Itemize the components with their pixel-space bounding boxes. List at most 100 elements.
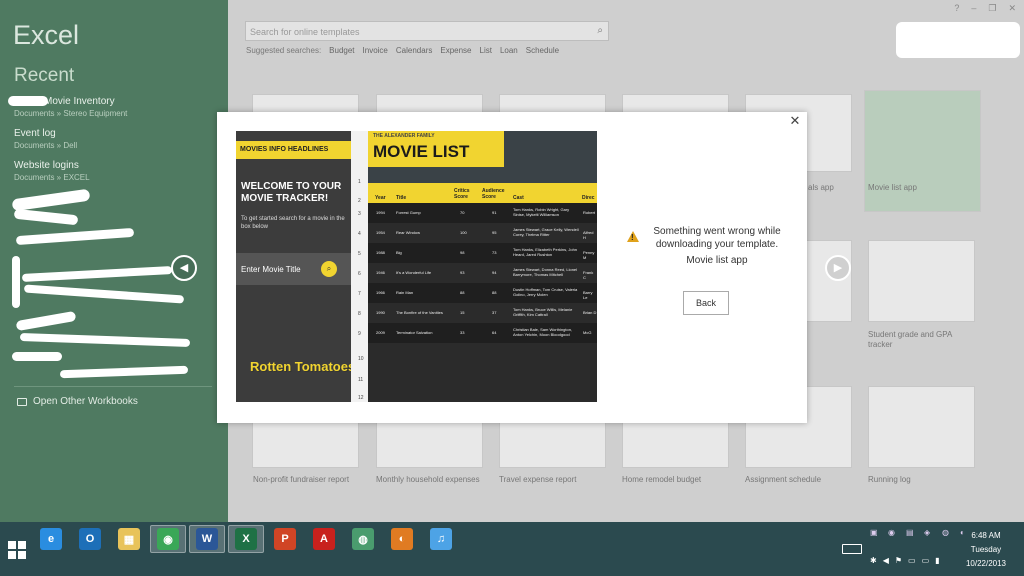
redaction-mark [21, 266, 173, 282]
itunes-taskbar-button[interactable]: ♫ [423, 525, 459, 553]
suggestion-link[interactable]: Invoice [363, 46, 388, 55]
acrobat-taskbar-button[interactable]: A [306, 525, 342, 553]
redaction-mark [12, 352, 62, 361]
windows-start-button[interactable] [8, 541, 26, 559]
minimize-button[interactable]: – [971, 3, 976, 14]
volume-icon[interactable]: ◀ [883, 556, 889, 565]
preview-row-number: 6 [358, 271, 361, 277]
word-taskbar-button[interactable]: W [189, 525, 225, 553]
file-explorer-taskbar-button[interactable]: ▦ [111, 525, 147, 553]
template-tile-selected[interactable] [864, 90, 981, 212]
bluetooth-icon[interactable]: ✱ [870, 556, 877, 565]
taskbar: e O ▦ ◉ W X P A ◍ ◐ ♫ ▣ ◉ ▤ ◈ ◍ ◐ ✱ ◀ ⚑ ▭ ▭ ▮ 6:48… [0, 522, 1024, 576]
recent-item-name: Website logins [14, 160, 79, 171]
clock-day: Tuesday [970, 545, 1002, 554]
preview-table-row: 1966 Rain Man 88 88 Dustin Hoffman, Tom Crui… [368, 283, 597, 303]
suggestion-link[interactable]: Budget [329, 46, 354, 55]
tray-icon[interactable]: ▤ [906, 528, 918, 538]
open-other-workbooks-link[interactable]: Open Other Workbooks [17, 396, 138, 407]
preview-entry-box: Enter Movie Title ⌕ [236, 253, 351, 285]
preview-table-row: 2009 Terminator Salvation 33 64 Christian Ba… [368, 323, 597, 343]
preview-headlines-bar: MOVIES INFO HEADLINES [236, 141, 351, 159]
redaction-mark [896, 22, 1020, 58]
recent-item-path: Documents » Stereo Equipment [14, 109, 128, 118]
preview-col-header: Critics Score [454, 188, 470, 200]
search-icon[interactable]: ⌕ [597, 25, 603, 36]
search-input[interactable] [246, 23, 576, 41]
suggested-label: Suggested searches: [246, 46, 322, 55]
network-icon[interactable]: ▮ [935, 556, 939, 565]
template-preview-dialog: ✕ MOVIES INFO HEADLINES WELCOME TO YOUR … [217, 112, 807, 423]
template-tile[interactable] [868, 386, 975, 468]
preview-row-number: 9 [358, 331, 361, 337]
close-window-button[interactable]: ✕ [1008, 3, 1016, 14]
preview-banner: THE ALEXANDER FAMILY MOVIE LIST [368, 131, 597, 183]
recent-item-path: Documents » Dell [14, 141, 78, 150]
suggestion-link[interactable]: Loan [500, 46, 518, 55]
file-explorer-icon: ▦ [118, 528, 140, 550]
template-label: Monthly household expenses [376, 475, 480, 484]
template-label: Movie list app [868, 183, 917, 192]
back-button[interactable]: Back [683, 291, 729, 315]
globe-taskbar-button[interactable]: ◍ [345, 525, 381, 553]
tray-icon[interactable]: ◉ [888, 528, 900, 538]
preview-row-number: 2 [358, 198, 361, 204]
recent-item[interactable]: Website logins Documents » EXCEL [14, 160, 214, 182]
close-dialog-button[interactable]: ✕ [788, 113, 802, 129]
help-button[interactable]: ? [954, 3, 959, 14]
restore-button[interactable]: ❐ [988, 3, 996, 14]
suggestion-link[interactable]: Schedule [526, 46, 559, 55]
clock[interactable]: 6:48 AM Tuesday 10/22/2013 [956, 529, 1016, 571]
powerpoint-icon: P [274, 528, 296, 550]
template-tile[interactable] [868, 240, 975, 322]
suggestion-link[interactable]: Expense [440, 46, 471, 55]
preview-row-number: 1 [358, 179, 361, 185]
preview-col-header: Cast [513, 195, 524, 201]
next-template-button[interactable]: ▶ [825, 255, 851, 281]
search-icon: ⌕ [321, 261, 337, 277]
suggested-searches: Suggested searches: Budget Invoice Calen… [246, 46, 559, 55]
chrome-taskbar-button[interactable]: ◉ [150, 525, 186, 553]
preview-table-header: Year Title Critics Score Audience Score … [368, 183, 597, 203]
preview-movie-list: THE ALEXANDER FAMILY MOVIE LIST Year Tit… [368, 131, 597, 402]
folder-icon [17, 397, 27, 406]
tray-icon[interactable]: ▣ [870, 528, 882, 538]
preview-table-row: 1988 Big 98 73 Tom Hanks, Elizabeth Perkins,… [368, 243, 597, 263]
open-other-label: Open Other Workbooks [33, 396, 138, 407]
battery-icon[interactable]: ▭ [908, 556, 916, 565]
excel-taskbar-button[interactable]: X [228, 525, 264, 553]
template-name: Movie list app [686, 255, 748, 266]
redaction-mark [15, 227, 135, 246]
system-tray-secondary: ✱ ◀ ⚑ ▭ ▭ ▮ [870, 556, 940, 565]
outlook-taskbar-button[interactable]: O [72, 525, 108, 553]
preview-list-title: MOVIE LIST [373, 142, 470, 161]
template-preview-image: MOVIES INFO HEADLINES WELCOME TO YOUR MO… [236, 131, 597, 402]
internet-explorer-taskbar-button[interactable]: e [33, 525, 69, 553]
preview-row-number: 10 [358, 356, 364, 362]
firefox-icon: ◐ [391, 528, 413, 550]
globe-icon: ◍ [352, 528, 374, 550]
preview-table-row: 1994 Forrest Gump 70 91 Tom Hanks, Robin Wri… [368, 203, 597, 223]
recent-item[interactable]: Event log Documents » Dell [14, 128, 214, 150]
preview-row-number: 5 [358, 251, 361, 257]
preview-entry-label: Enter Movie Title [241, 265, 301, 274]
redaction-mark [59, 365, 189, 379]
preview-row-number: 8 [358, 311, 361, 317]
app-title: Excel [13, 20, 80, 50]
suggestion-link[interactable]: List [480, 46, 492, 55]
display-icon[interactable]: ▭ [922, 556, 930, 565]
suggestion-link[interactable]: Calendars [396, 46, 432, 55]
powerpoint-taskbar-button[interactable]: P [267, 525, 303, 553]
preview-hint-text: To get started search for a movie in the… [241, 216, 345, 230]
keyboard-icon[interactable] [842, 544, 862, 554]
template-label: Assignment schedule [745, 475, 822, 484]
firefox-taskbar-button[interactable]: ◐ [384, 525, 420, 553]
tray-icon[interactable]: ◍ [942, 528, 954, 538]
previous-template-button[interactable]: ◀ [171, 255, 197, 281]
window-controls: ? – ❐ ✕ [954, 3, 1016, 14]
template-label: Running log [868, 475, 911, 484]
tray-icon[interactable]: ◈ [924, 528, 936, 538]
flag-icon[interactable]: ⚑ [895, 556, 902, 565]
preview-col-header: Audience Score [482, 188, 505, 200]
word-icon: W [196, 528, 218, 550]
